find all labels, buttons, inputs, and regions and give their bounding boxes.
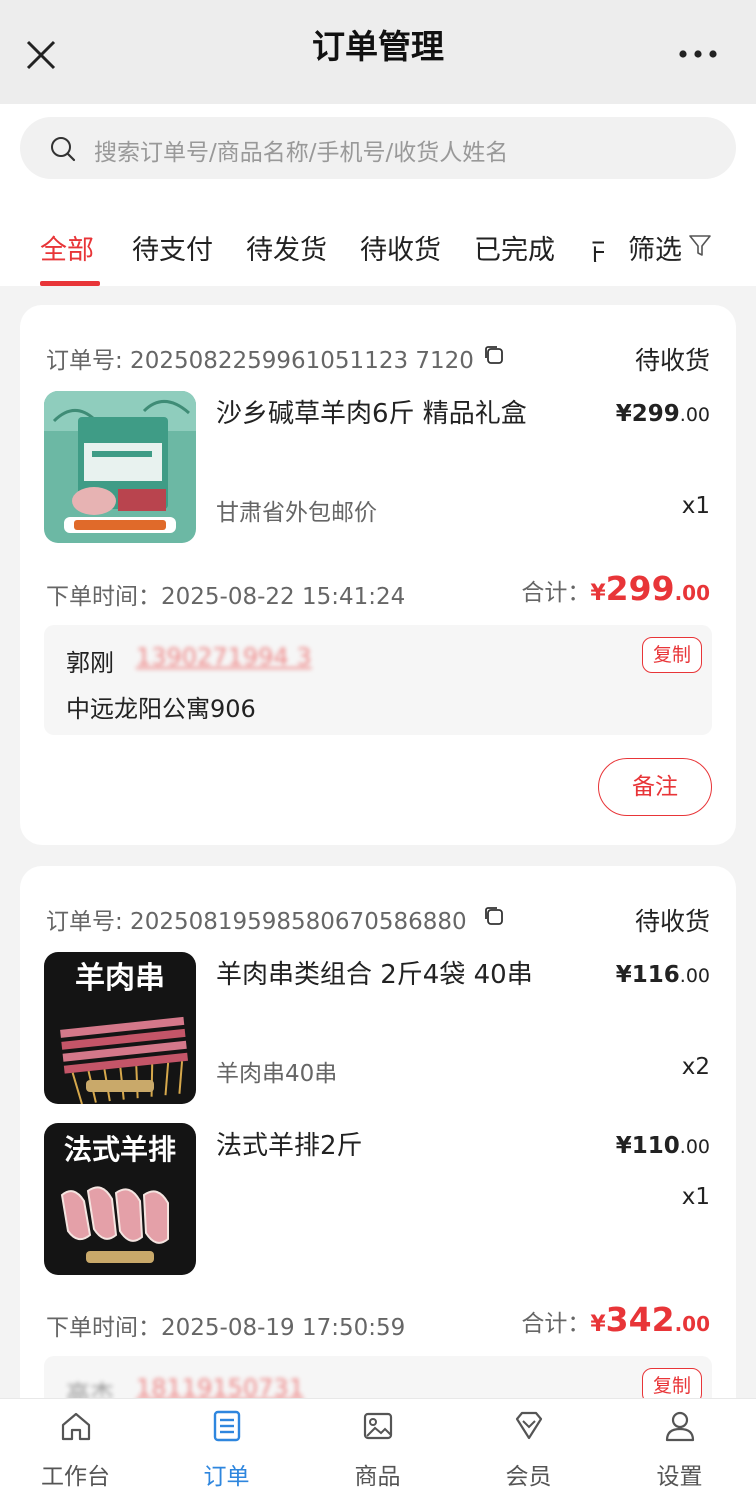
tab-pending-receipt[interactable]: 待收货 [360,228,441,267]
address-line: 中远龙阳公寓906 [66,695,256,723]
nav-label: 商品 [354,1464,401,1490]
product-thumbnail[interactable] [44,391,196,543]
total-currency: ¥ [590,1312,606,1337]
contact-phone[interactable]: 1390271994 3 [136,643,312,671]
product-name: 羊肉串类组合 2斤4袋 40串 [216,960,533,990]
price-main: ¥110 [615,1133,680,1159]
product-thumbnail[interactable]: 法式羊排 [44,1123,196,1275]
copy-icon[interactable] [482,343,506,367]
copy-icon[interactable] [482,904,506,928]
price-decimal: .00 [679,965,710,987]
address-box: 郭刚 1390271994 3 中远龙阳公寓906 复制 [44,625,712,735]
price-decimal: .00 [679,1136,710,1158]
svg-text:法式羊排: 法式羊排 [64,1133,176,1166]
more-icon[interactable] [678,46,718,62]
price-main: ¥116 [615,962,680,988]
svg-text:羊肉串: 羊肉串 [75,961,165,996]
lamb-skewer-image: 羊肉串 [44,952,196,1104]
diamond-icon [515,1411,543,1440]
filter-button[interactable]: 筛选 [628,228,682,267]
search-icon [51,137,76,162]
product-quantity: x1 [681,493,710,519]
search-placeholder: 搜索订单号/商品名称/手机号/收货人姓名 [94,140,509,166]
nav-orders[interactable]: 订单 [151,1399,302,1491]
tab-pending-shipment[interactable]: 待发货 [246,228,327,267]
product-spec: 甘肃省外包邮价 [216,500,377,526]
nav-label: 会员 [505,1464,552,1490]
tab-pending-payment[interactable]: 待支付 [132,228,213,267]
order-status: 待收货 [634,907,710,936]
home-icon [61,1412,91,1441]
copy-address-button[interactable]: 复制 [641,637,702,673]
order-card[interactable]: 订单号: 2025082259961051123 7120 待收货 沙乡碱草羊肉… [20,305,736,845]
product-quantity: x2 [681,1054,710,1080]
nav-products[interactable]: 商品 [302,1399,453,1491]
product-price: ¥299.00 [616,401,710,427]
order-time: 下单时间：2025-08-22 15:41:24 [46,584,406,610]
product-name: 法式羊排2斤 [216,1131,363,1161]
page-title: 订单管理 [312,27,444,66]
bottom-navigation: 工作台 订单 商品 会员 设置 [0,1398,756,1491]
total-decimal: .00 [674,1312,710,1336]
order-card[interactable]: 订单号: 20250819598580670586880 待收货 羊肉串 羊肉串… [20,866,736,1466]
order-list-icon [213,1410,241,1442]
total-amount: 299 [605,569,675,608]
search-input[interactable]: 搜索订单号/商品名称/手机号/收货人姓名 [20,117,736,179]
person-icon [665,1411,695,1442]
price-decimal: .00 [679,404,710,426]
product-spec: 羊肉串40串 [216,1061,338,1087]
total-currency: ¥ [590,581,606,606]
product-price: ¥110.00 [616,1133,710,1159]
order-total: 合计：¥299.00 [521,569,710,608]
nav-label: 订单 [203,1464,250,1490]
lamb-chop-image: 法式羊排 [44,1123,196,1275]
order-status: 待收货 [634,346,710,375]
order-number: 订单号: 20250819598580670586880 [46,909,467,935]
contact-name: 郭刚 [66,649,114,677]
tab-completed[interactable]: 已完成 [474,228,555,267]
total-label: 合计： [521,1311,591,1337]
tab-all[interactable]: 全部 [40,228,94,267]
total-amount: 342 [605,1300,675,1339]
nav-label: 设置 [656,1464,703,1490]
product-name: 沙乡碱草羊肉6斤 精品礼盒 [216,399,527,429]
nav-label: 工作台 [41,1464,110,1490]
total-label: 合计： [521,580,591,606]
nav-workbench[interactable]: 工作台 [0,1399,151,1491]
total-decimal: .00 [674,581,710,605]
top-bar: 订单管理 [0,0,756,104]
active-tab-indicator [40,281,100,286]
product-thumbnail[interactable]: 羊肉串 [44,952,196,1104]
price-main: ¥299 [615,401,680,427]
gift-box-image [44,391,196,543]
tab-partial[interactable]: 已 [590,232,604,262]
order-time: 下单时间：2025-08-19 17:50:59 [46,1315,406,1341]
note-button[interactable]: 备注 [598,758,712,816]
nav-members[interactable]: 会员 [453,1399,604,1491]
order-total: 合计：¥342.00 [521,1300,710,1339]
image-icon [363,1412,393,1440]
nav-settings[interactable]: 设置 [604,1399,755,1491]
order-number: 订单号: 2025082259961051123 7120 [46,348,474,374]
product-price: ¥116.00 [616,962,710,988]
product-quantity: x1 [681,1184,710,1210]
filter-icon[interactable] [688,233,712,257]
